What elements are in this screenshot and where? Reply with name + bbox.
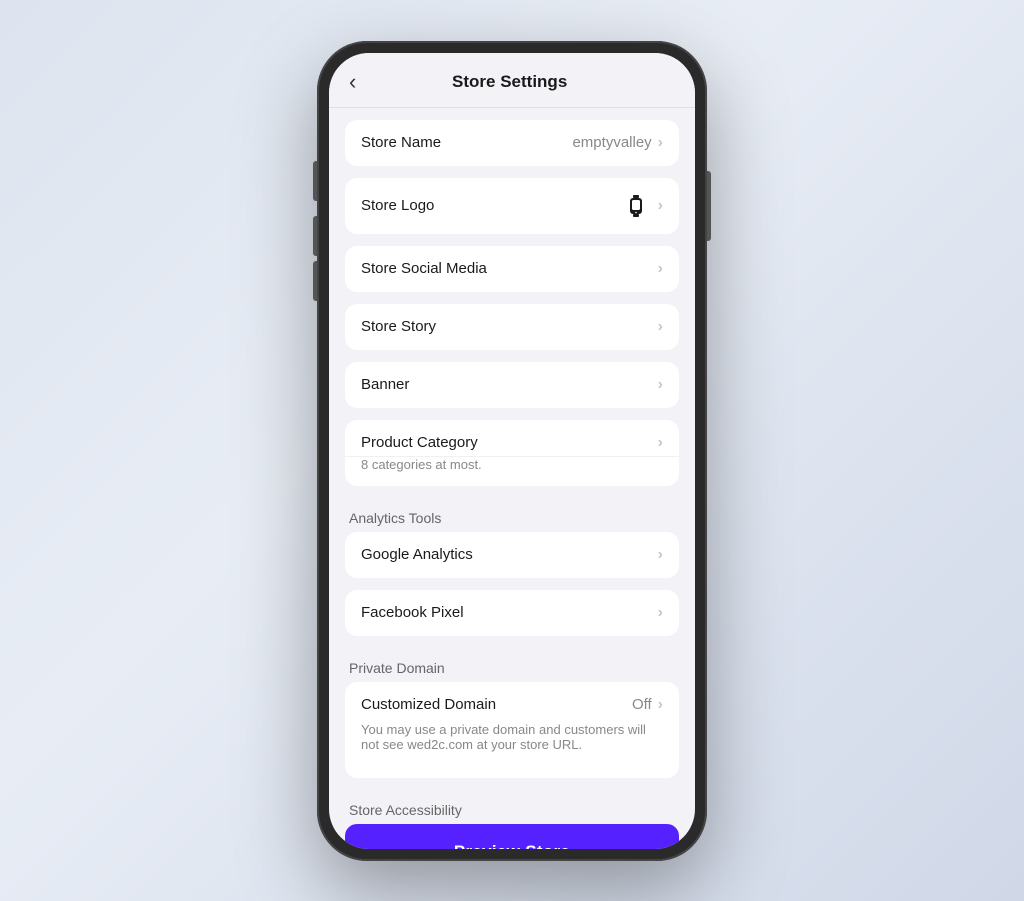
facebook-pixel-chevron: › xyxy=(658,604,663,622)
store-accessibility-label: Store Accessibility xyxy=(345,790,679,824)
phone-screen: ‹ Store Settings Store Name emptyvalley … xyxy=(329,53,695,849)
store-name-row[interactable]: Store Name emptyvalley › xyxy=(345,120,679,166)
store-name-label: Store Name xyxy=(361,134,572,151)
phone-frame: ‹ Store Settings Store Name emptyvalley … xyxy=(317,41,707,861)
facebook-pixel-row[interactable]: Facebook Pixel › xyxy=(345,590,679,636)
facebook-pixel-card: Facebook Pixel › xyxy=(345,590,679,636)
google-analytics-label: Google Analytics xyxy=(361,546,658,563)
customized-domain-value: Off xyxy=(632,696,652,713)
store-story-chevron: › xyxy=(658,318,663,336)
banner-row[interactable]: Banner › xyxy=(345,362,679,408)
store-social-card: Store Social Media › xyxy=(345,246,679,292)
google-analytics-card: Google Analytics › xyxy=(345,532,679,578)
customized-domain-card: Customized Domain Off › You may use a pr… xyxy=(345,682,679,778)
store-story-row[interactable]: Store Story › xyxy=(345,304,679,350)
store-story-card: Store Story › xyxy=(345,304,679,350)
customized-domain-row[interactable]: Customized Domain Off › xyxy=(345,682,679,720)
google-analytics-row[interactable]: Google Analytics › xyxy=(345,532,679,578)
banner-card: Banner › xyxy=(345,362,679,408)
store-logo-chevron: › xyxy=(658,197,663,215)
product-category-subtext: 8 categories at most. xyxy=(345,457,679,486)
preview-store-button[interactable]: Preview Store xyxy=(345,824,679,849)
product-category-chevron: › xyxy=(658,434,663,452)
store-social-label: Store Social Media xyxy=(361,260,658,277)
back-button[interactable]: ‹ xyxy=(349,69,356,95)
page-title: Store Settings xyxy=(366,72,653,92)
product-category-card: Product Category › 8 categories at most. xyxy=(345,420,679,486)
store-name-value: emptyvalley xyxy=(572,134,651,151)
private-domain-section-label: Private Domain xyxy=(345,648,679,682)
customized-domain-label: Customized Domain xyxy=(361,696,632,713)
store-social-chevron: › xyxy=(658,260,663,278)
store-social-row[interactable]: Store Social Media › xyxy=(345,246,679,292)
header: ‹ Store Settings xyxy=(329,53,695,108)
customized-domain-desc: You may use a private domain and custome… xyxy=(345,720,679,766)
banner-label: Banner xyxy=(361,376,658,393)
store-logo-icon xyxy=(622,192,650,220)
store-name-card: Store Name emptyvalley › xyxy=(345,120,679,166)
content-area: Store Name emptyvalley › Store Logo xyxy=(329,120,695,849)
customized-domain-chevron: › xyxy=(658,696,663,714)
analytics-section-label: Analytics Tools xyxy=(345,498,679,532)
store-name-chevron: › xyxy=(658,134,663,152)
screen-scroll[interactable]: ‹ Store Settings Store Name emptyvalley … xyxy=(329,53,695,849)
store-logo-card: Store Logo › xyxy=(345,178,679,234)
facebook-pixel-label: Facebook Pixel xyxy=(361,604,658,621)
product-category-label: Product Category xyxy=(361,434,658,451)
store-story-label: Store Story xyxy=(361,318,658,335)
banner-chevron: › xyxy=(658,376,663,394)
store-logo-label: Store Logo xyxy=(361,197,622,214)
store-logo-row[interactable]: Store Logo › xyxy=(345,178,679,234)
google-analytics-chevron: › xyxy=(658,546,663,564)
product-category-row[interactable]: Product Category › xyxy=(345,420,679,457)
